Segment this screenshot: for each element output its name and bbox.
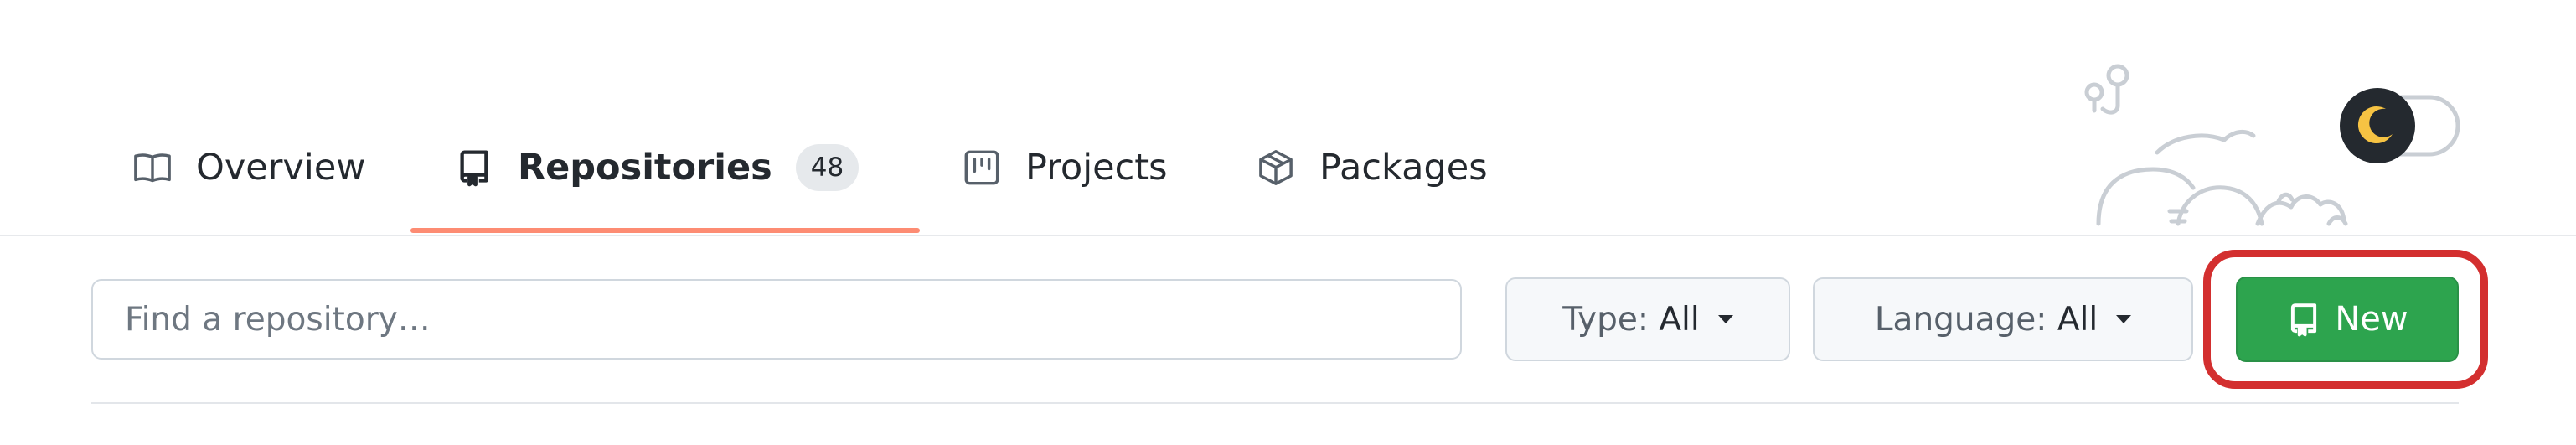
language-filter-value: All bbox=[2057, 300, 2098, 339]
repo-icon bbox=[452, 146, 496, 189]
project-icon bbox=[960, 146, 1004, 189]
type-filter-label: Type: bbox=[1562, 300, 1649, 339]
tab-overview[interactable]: Overview bbox=[131, 141, 365, 194]
book-icon bbox=[131, 146, 174, 189]
new-button-highlight-annotation bbox=[2203, 250, 2488, 389]
profile-tab-nav: Overview Repositories 48 Projects Packag… bbox=[0, 0, 2576, 236]
type-filter-value: All bbox=[1659, 300, 1700, 339]
tab-overview-label: Overview bbox=[196, 147, 366, 189]
tab-packages[interactable]: Packages bbox=[1254, 141, 1488, 194]
theme-toggle[interactable] bbox=[2337, 85, 2463, 166]
tab-packages-label: Packages bbox=[1319, 147, 1488, 189]
repository-count-badge: 48 bbox=[795, 144, 860, 191]
type-filter-dropdown[interactable]: Type: All bbox=[1505, 277, 1790, 361]
language-filter-dropdown[interactable]: Language: All bbox=[1813, 277, 2193, 361]
list-divider bbox=[91, 402, 2459, 404]
tab-projects[interactable]: Projects bbox=[960, 141, 1168, 194]
tab-projects-label: Projects bbox=[1025, 147, 1168, 189]
find-repository-input[interactable] bbox=[91, 279, 1462, 360]
selected-tab-indicator bbox=[410, 228, 920, 233]
caret-down-icon bbox=[1717, 315, 1733, 323]
caret-down-icon bbox=[2116, 315, 2132, 323]
tab-repositories-label: Repositories bbox=[518, 147, 772, 189]
repositories-page: Overview Repositories 48 Projects Packag… bbox=[0, 0, 2576, 445]
tab-repositories[interactable]: Repositories 48 bbox=[452, 141, 860, 194]
language-filter-label: Language: bbox=[1874, 300, 2047, 339]
package-icon bbox=[1254, 146, 1298, 189]
